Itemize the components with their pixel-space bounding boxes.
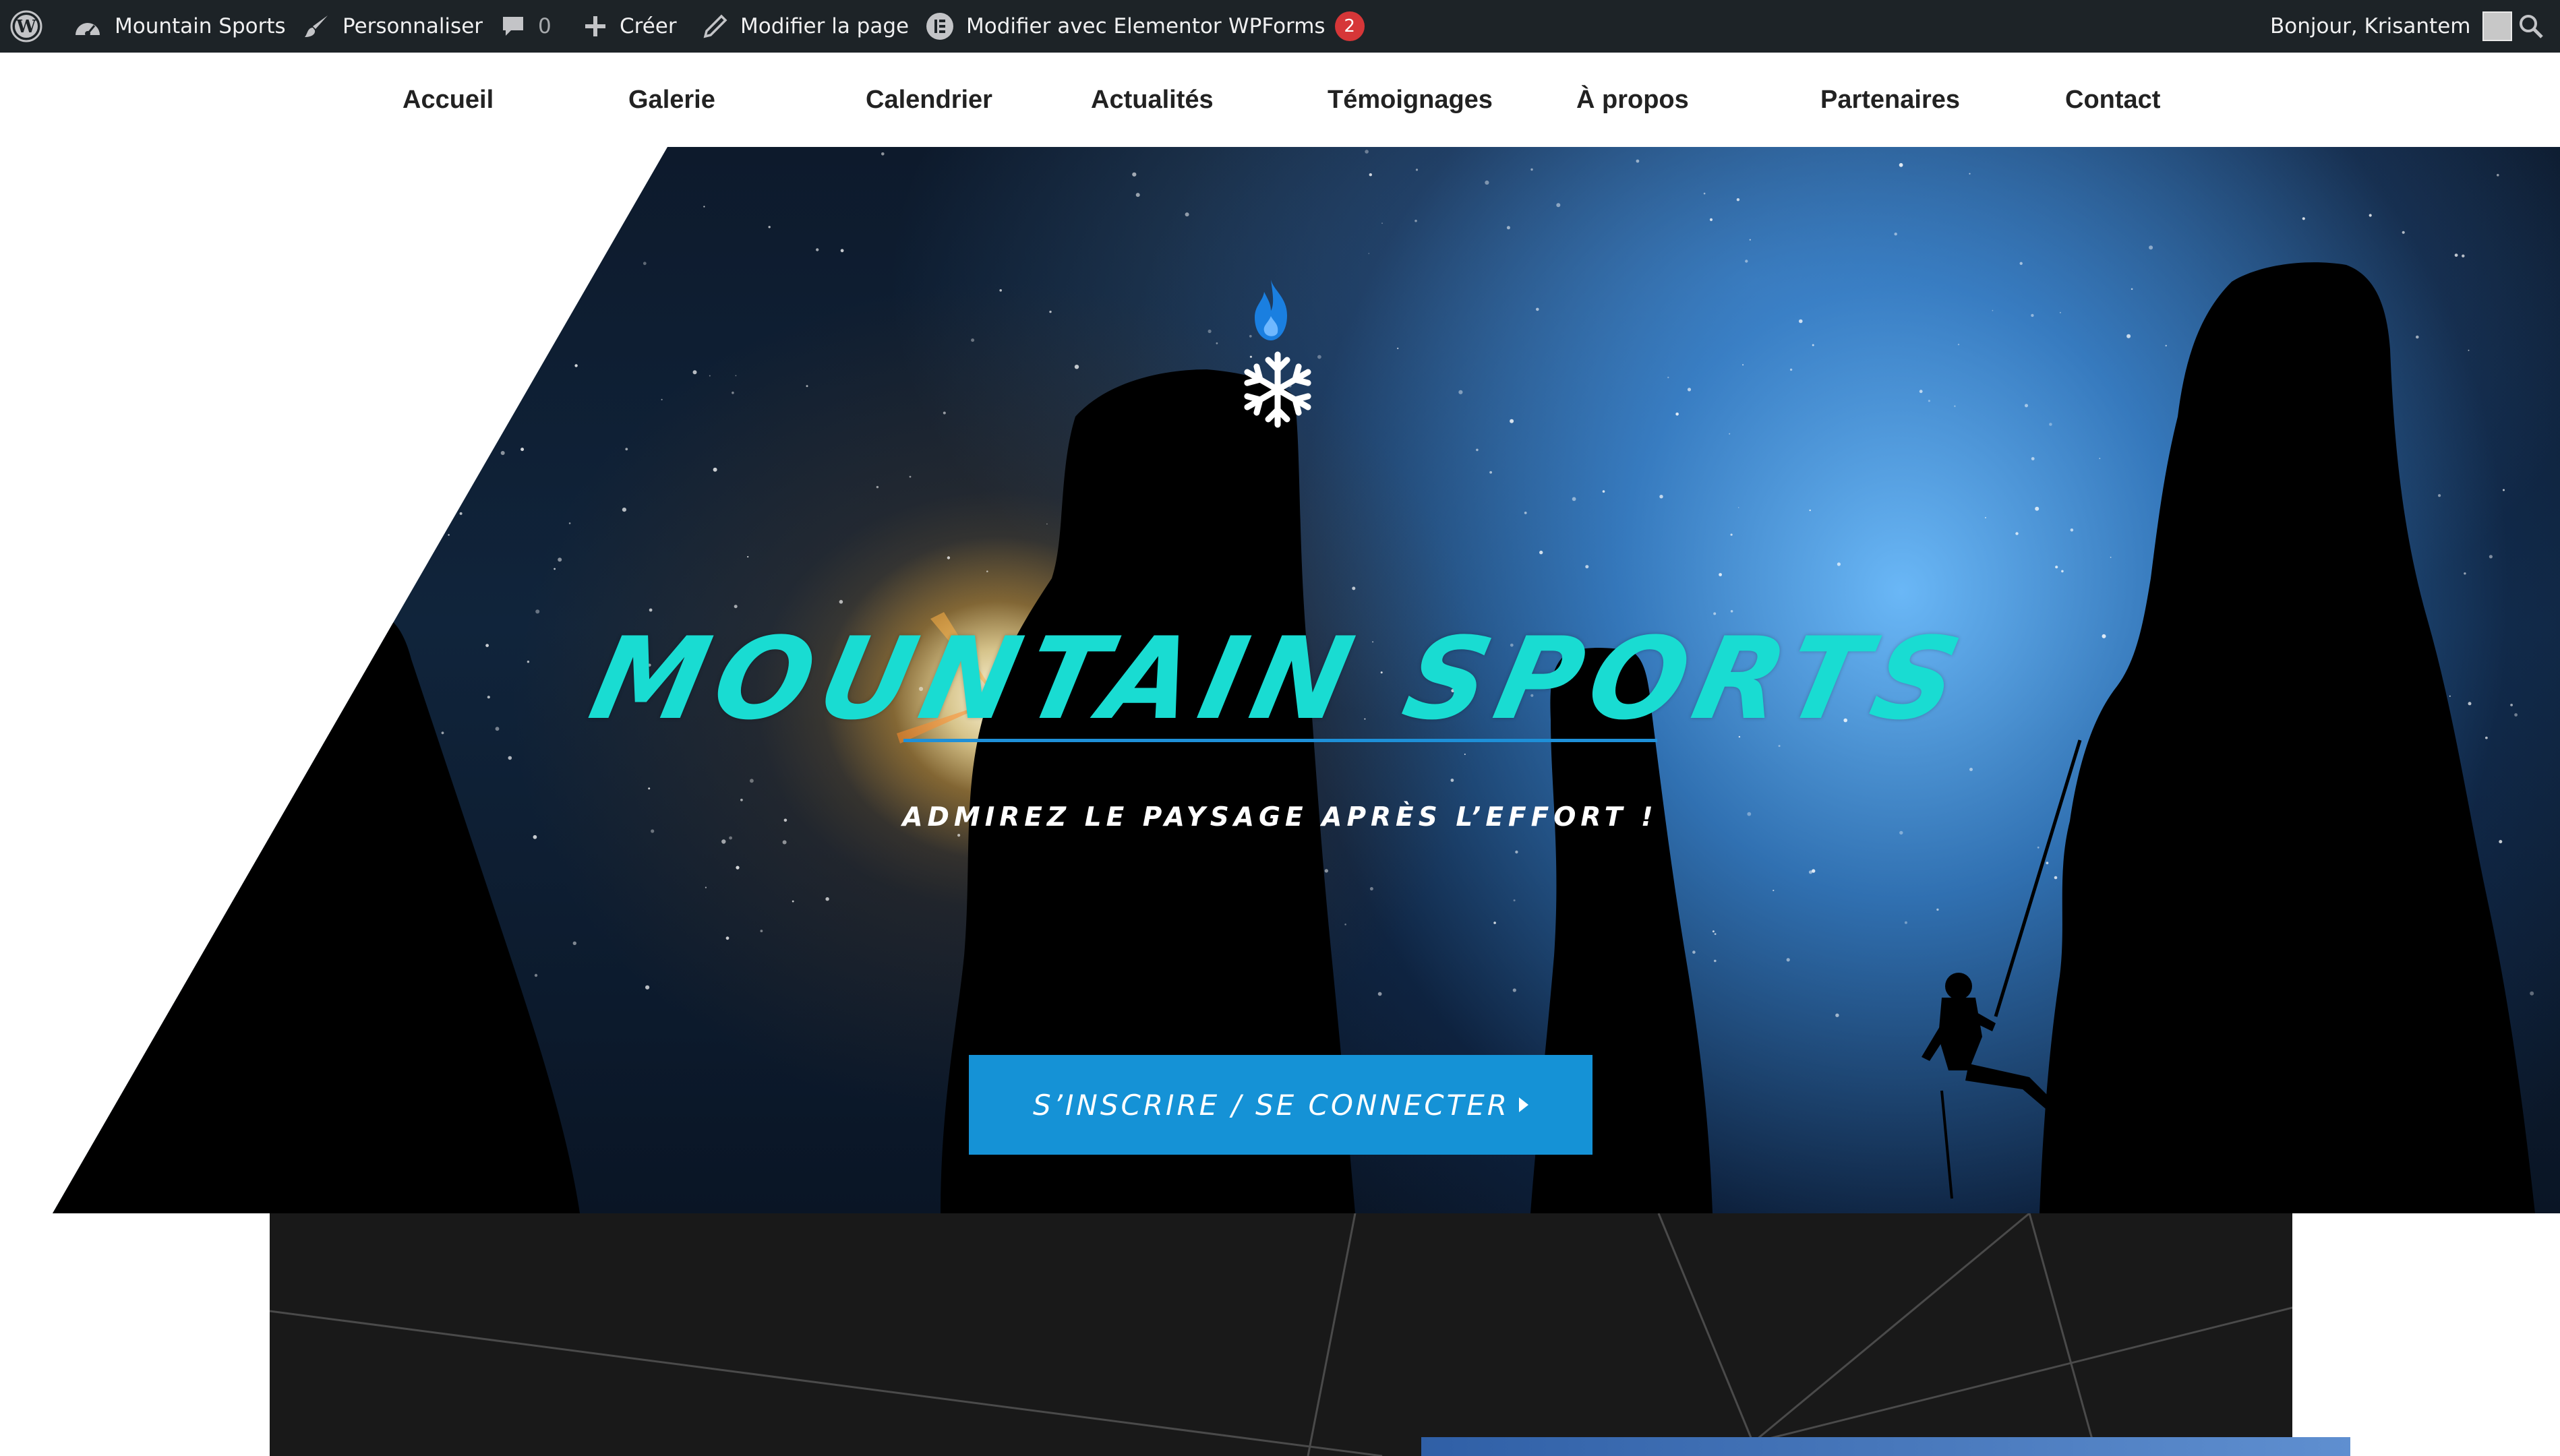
search-icon <box>2520 15 2543 38</box>
wpforms-notification-badge: 2 <box>1334 11 1365 41</box>
signup-login-button[interactable]: S’INSCRIRE / SE CONNECTER <box>969 1055 1592 1155</box>
nav-item-temoignages[interactable]: Témoignages <box>1328 53 1493 147</box>
nav-item-calendrier[interactable]: Calendrier <box>866 53 992 147</box>
new-content-menu[interactable]: Créer <box>583 0 677 53</box>
hero-subtitle: ADMIREZ LE PAYSAGE APRÈS L’EFFORT ! <box>902 802 1658 832</box>
plus-icon <box>585 16 605 36</box>
nav-item-contact[interactable]: Contact <box>2065 53 2160 147</box>
image-preview-strip <box>1421 1437 2350 1456</box>
nav-item-partenaires[interactable]: Partenaires <box>1820 53 1960 147</box>
caret-right-icon <box>1518 1097 1528 1112</box>
site-name-label: Mountain Sports <box>115 14 286 38</box>
nav-item-actualites[interactable]: Actualités <box>1091 53 1214 147</box>
nav-item-accueil[interactable]: Accueil <box>403 53 494 147</box>
paintbrush-icon <box>305 16 328 37</box>
user-account-menu[interactable]: Bonjour, Krisantem <box>2270 0 2513 53</box>
wordpress-logo-button[interactable]: W <box>9 0 43 53</box>
customize-link[interactable]: Personnaliser <box>303 0 483 53</box>
new-content-label: Créer <box>620 14 677 38</box>
nav-item-galerie[interactable]: Galerie <box>628 53 715 147</box>
nav-item-a-propos[interactable]: À propos <box>1576 53 1689 147</box>
geometric-lines-background <box>270 1213 2292 1456</box>
rock-silhouette-right <box>2040 262 2535 1213</box>
comments-link[interactable]: 0 <box>500 0 552 53</box>
user-greeting: Bonjour, Krisantem <box>2270 14 2471 38</box>
edit-with-elementor-label: Modifier avec Elementor <box>966 14 1222 38</box>
avatar <box>2482 11 2513 41</box>
wordpress-logo-icon: W <box>10 10 42 42</box>
signup-login-label: S’INSCRIRE / SE CONNECTER <box>1033 1088 1510 1122</box>
admin-search-button[interactable] <box>2518 0 2544 53</box>
snowflake-icon <box>1237 351 1318 430</box>
svg-text:W: W <box>16 17 36 37</box>
edit-page-label: Modifier la page <box>740 14 910 38</box>
dashboard-icon <box>76 23 100 36</box>
hero-title: MOUNTAIN SPORTS <box>580 613 1980 745</box>
elementor-icon <box>926 13 953 40</box>
wpforms-label: WPForms <box>1228 14 1326 38</box>
site-name-menu[interactable]: Mountain Sports <box>73 0 286 53</box>
edit-page-link[interactable]: Modifier la page <box>703 0 909 53</box>
hero-title-underline <box>903 739 1657 742</box>
edit-with-elementor-link[interactable]: Modifier avec Elementor <box>926 0 1222 53</box>
dark-content-section <box>270 1213 2292 1456</box>
hero-banner: MOUNTAIN SPORTS ADMIREZ LE PAYSAGE APRÈS… <box>53 147 2560 1213</box>
comments-count: 0 <box>538 14 552 38</box>
wpforms-menu[interactable]: WPForms 2 <box>1228 0 1365 53</box>
wp-admin-bar: W Mountain Sports Personnaliser 0 Créer <box>0 0 2560 53</box>
comment-bubble-icon <box>503 17 523 36</box>
flame-icon <box>1255 280 1287 340</box>
pencil-icon <box>703 14 727 38</box>
main-navigation: Accueil Galerie Calendrier Actualités Té… <box>0 53 2560 147</box>
customize-label: Personnaliser <box>343 14 483 38</box>
